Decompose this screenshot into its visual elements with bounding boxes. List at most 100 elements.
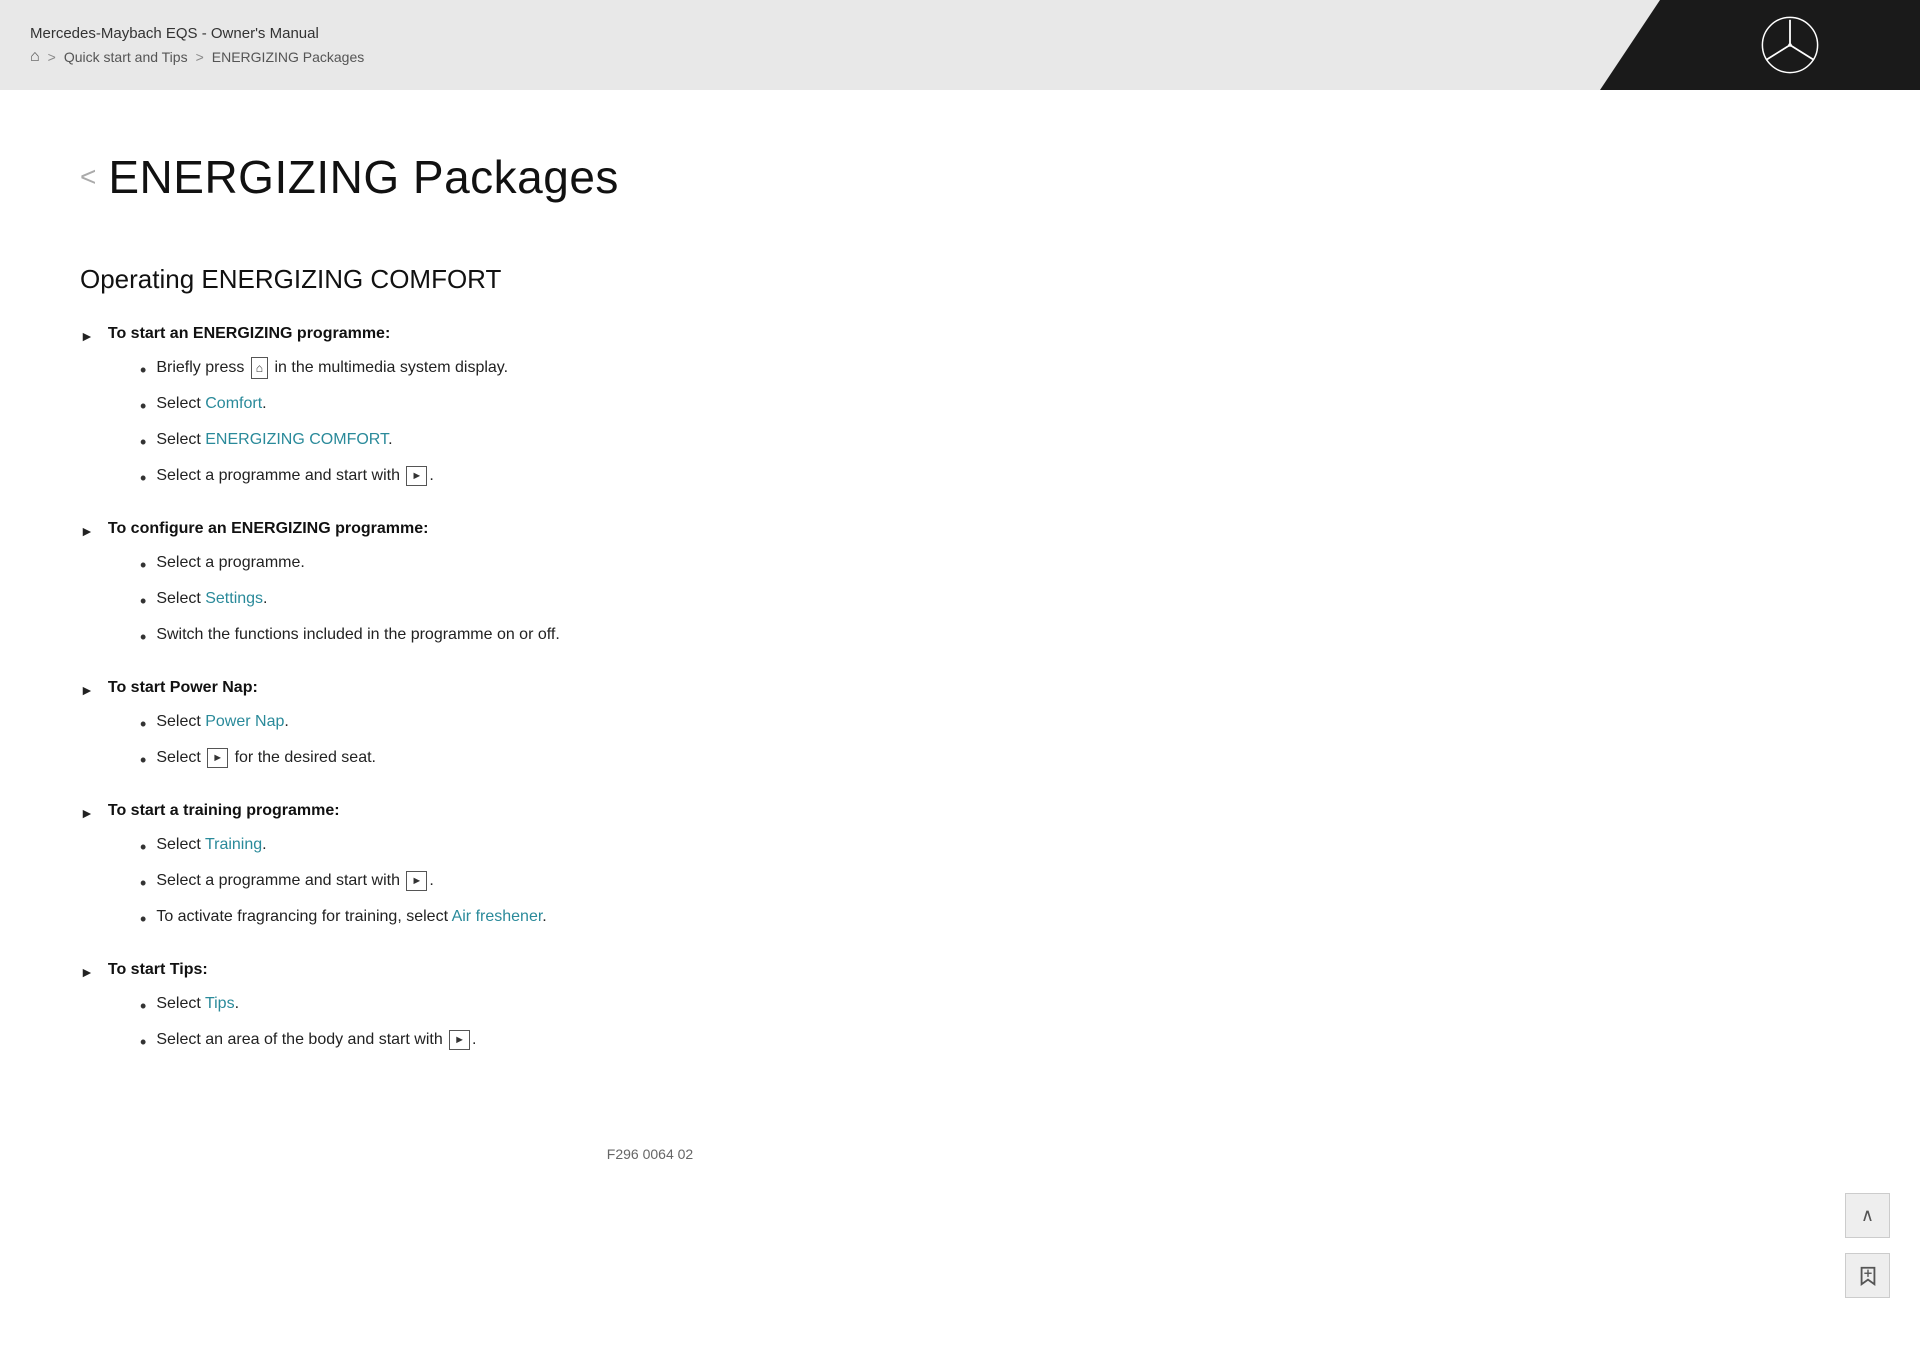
- bullet-dot: •: [140, 624, 146, 651]
- bullet-dot: •: [140, 465, 146, 492]
- mercedes-logo: [1760, 15, 1820, 75]
- list-item: • Switch the functions included in the p…: [140, 623, 1220, 651]
- instruction-block-tips: ► To start Tips: • Select Tips. • Select…: [80, 961, 1220, 1056]
- bullet-text: Select an area of the body and start wit…: [156, 1028, 476, 1052]
- training-link[interactable]: Training: [205, 836, 262, 853]
- bullet-list-4: • Select Training. • Select a programme …: [140, 833, 1220, 933]
- bullet-text: Select Tips.: [156, 992, 239, 1016]
- bullet-dot: •: [140, 870, 146, 897]
- bullet-text: Switch the functions included in the pro…: [156, 623, 559, 647]
- instruction-header-text-2: To configure an ENERGIZING programme:: [108, 520, 429, 538]
- section-title: Operating ENERGIZING COMFORT: [80, 264, 1220, 295]
- list-item: • Select Tips.: [140, 992, 1220, 1020]
- bullet-list-5: • Select Tips. • Select an area of the b…: [140, 992, 1220, 1056]
- header: Mercedes-Maybach EQS - Owner's Manual ⌂ …: [0, 0, 1920, 90]
- instruction-block-training: ► To start a training programme: • Selec…: [80, 802, 1220, 933]
- list-item: • Select Power Nap.: [140, 710, 1220, 738]
- bullet-dot: •: [140, 357, 146, 384]
- breadcrumb-current: ENERGIZING Packages: [212, 49, 365, 65]
- arrow-bullet-2: ►: [80, 523, 94, 539]
- bullet-dot: •: [140, 711, 146, 738]
- breadcrumb-sep-2: >: [196, 49, 204, 65]
- instruction-block-power-nap: ► To start Power Nap: • Select Power Nap…: [80, 679, 1220, 774]
- play-button-icon-3: ►: [406, 871, 427, 892]
- bullet-list-1: • Briefly press ⌂ in the multimedia syst…: [140, 356, 1220, 492]
- instruction-header-2: ► To configure an ENERGIZING programme:: [80, 520, 1220, 539]
- list-item: • Select Settings.: [140, 587, 1220, 615]
- bullet-dot: •: [140, 834, 146, 861]
- bullet-dot: •: [140, 552, 146, 579]
- bullet-text: Select a programme and start with ►.: [156, 869, 433, 893]
- bullet-text: Select ENERGIZING COMFORT.: [156, 428, 392, 452]
- instruction-header-1: ► To start an ENERGIZING programme:: [80, 325, 1220, 344]
- tips-link[interactable]: Tips: [205, 995, 235, 1012]
- bullet-text: Select a programme.: [156, 551, 305, 575]
- arrow-bullet-4: ►: [80, 805, 94, 821]
- list-item: • Select ENERGIZING COMFORT.: [140, 428, 1220, 456]
- bookmark-icon: [1857, 1265, 1879, 1287]
- arrow-bullet-5: ►: [80, 964, 94, 980]
- back-arrow[interactable]: <: [80, 161, 96, 193]
- list-item: • Select Training.: [140, 833, 1220, 861]
- bullet-text: Briefly press ⌂ in the multimedia system…: [156, 356, 508, 380]
- list-item: • Select a programme and start with ►.: [140, 869, 1220, 897]
- list-item: • Select an area of the body and start w…: [140, 1028, 1220, 1056]
- instruction-header-text-3: To start Power Nap:: [108, 679, 258, 697]
- bullet-text: To activate fragrancing for training, se…: [156, 905, 546, 929]
- instruction-block-configure: ► To configure an ENERGIZING programme: …: [80, 520, 1220, 651]
- bullet-dot: •: [140, 429, 146, 456]
- bullet-dot: •: [140, 747, 146, 774]
- manual-title: Mercedes-Maybach EQS - Owner's Manual: [30, 25, 364, 42]
- bullet-text: Select a programme and start with ►.: [156, 464, 433, 488]
- bullet-dot: •: [140, 906, 146, 933]
- instruction-header-text-4: To start a training programme:: [108, 802, 340, 820]
- header-left: Mercedes-Maybach EQS - Owner's Manual ⌂ …: [30, 25, 364, 66]
- bullet-text: Select Comfort.: [156, 392, 266, 416]
- comfort-link[interactable]: Comfort: [205, 395, 262, 412]
- page-title: ENERGIZING Packages: [108, 150, 619, 204]
- breadcrumb-link-1[interactable]: Quick start and Tips: [64, 49, 188, 65]
- power-nap-link[interactable]: Power Nap: [205, 713, 284, 730]
- breadcrumb: ⌂ > Quick start and Tips > ENERGIZING Pa…: [30, 48, 364, 66]
- instruction-header-4: ► To start a training programme:: [80, 802, 1220, 821]
- list-item: • Select a programme and start with ►.: [140, 464, 1220, 492]
- chevron-up-icon: ∧: [1861, 1205, 1874, 1226]
- bullet-dot: •: [140, 1029, 146, 1056]
- main-content: < ENERGIZING Packages Operating ENERGIZI…: [0, 90, 1300, 1252]
- footer: F296 0064 02: [80, 1116, 1220, 1192]
- play-button-icon-4: ►: [449, 1030, 470, 1051]
- home-icon[interactable]: ⌂: [30, 48, 40, 66]
- list-item: • Select Comfort.: [140, 392, 1220, 420]
- instruction-header-text-1: To start an ENERGIZING programme:: [108, 325, 390, 343]
- arrow-bullet-1: ►: [80, 328, 94, 344]
- scroll-up-button[interactable]: ∧: [1845, 1193, 1890, 1238]
- bullet-dot: •: [140, 993, 146, 1020]
- bullet-dot: •: [140, 393, 146, 420]
- breadcrumb-sep-1: >: [48, 49, 56, 65]
- list-item: • Select ► for the desired seat.: [140, 746, 1220, 774]
- list-item: • To activate fragrancing for training, …: [140, 905, 1220, 933]
- energizing-comfort-link[interactable]: ENERGIZING COMFORT: [205, 431, 388, 448]
- bullet-text: Select Settings.: [156, 587, 267, 611]
- arrow-bullet-3: ►: [80, 682, 94, 698]
- play-button-icon-2: ►: [207, 748, 228, 769]
- bullet-list-3: • Select Power Nap. • Select ► for the d…: [140, 710, 1220, 774]
- bullet-text: Select ► for the desired seat.: [156, 746, 376, 770]
- bullet-text: Select Power Nap.: [156, 710, 289, 734]
- instruction-block-start-programme: ► To start an ENERGIZING programme: • Br…: [80, 325, 1220, 492]
- instruction-header-text-5: To start Tips:: [108, 961, 208, 979]
- footer-code: F296 0064 02: [607, 1146, 693, 1162]
- bookmark-button[interactable]: [1845, 1253, 1890, 1298]
- instruction-header-3: ► To start Power Nap:: [80, 679, 1220, 698]
- instruction-header-5: ► To start Tips:: [80, 961, 1220, 980]
- bullet-list-2: • Select a programme. • Select Settings.…: [140, 551, 1220, 651]
- list-item: • Select a programme.: [140, 551, 1220, 579]
- bullet-dot: •: [140, 588, 146, 615]
- page-title-row: < ENERGIZING Packages: [80, 150, 1220, 204]
- home-button-icon: ⌂: [251, 357, 268, 379]
- list-item: • Briefly press ⌂ in the multimedia syst…: [140, 356, 1220, 384]
- settings-link[interactable]: Settings: [205, 590, 263, 607]
- bullet-text: Select Training.: [156, 833, 266, 857]
- air-freshener-link[interactable]: Air freshener: [452, 908, 543, 925]
- logo-area: [1600, 0, 1920, 90]
